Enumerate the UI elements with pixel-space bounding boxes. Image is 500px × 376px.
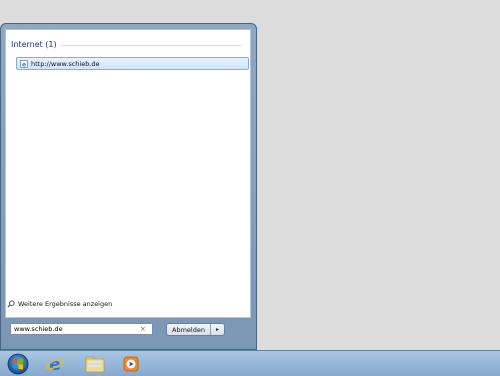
search-input[interactable]: [11, 325, 134, 333]
result-item-schieb[interactable]: e http://www.schieb.de: [16, 57, 249, 70]
taskbar-media-player[interactable]: [118, 352, 144, 375]
internet-explorer-icon: e: [46, 355, 64, 374]
folder-icon: [85, 356, 105, 372]
result-url: http://www.schieb.de: [31, 59, 100, 68]
clear-search-icon[interactable]: ×: [140, 325, 146, 333]
taskbar: e: [0, 350, 500, 376]
logoff-button[interactable]: Abmelden ▸: [166, 323, 225, 336]
more-results-link[interactable]: Weitere Ergebnisse anzeigen: [7, 300, 112, 308]
media-player-icon: [123, 356, 139, 371]
search-results-pane: Internet (1) e http://www.schieb.de: [5, 29, 251, 318]
web-page-icon: e: [20, 59, 28, 68]
more-results-label: Weitere Ergebnisse anzeigen: [18, 300, 113, 308]
search-box[interactable]: ×: [10, 323, 153, 335]
start-menu: Internet (1) e http://www.schieb.de Weit…: [0, 23, 257, 350]
magnifier-icon: [7, 300, 15, 308]
windows-start-orb-icon: [7, 353, 29, 374]
taskbar-internet-explorer[interactable]: e: [42, 352, 68, 375]
logoff-button-label: Abmelden: [172, 325, 205, 334]
results-group-header[interactable]: Internet (1): [11, 40, 242, 49]
group-header-label: Internet (1): [11, 40, 57, 49]
svg-text:e: e: [49, 355, 61, 374]
group-header-divider: [60, 44, 242, 46]
start-button[interactable]: [4, 352, 32, 375]
svg-text:e: e: [22, 61, 26, 67]
taskbar-windows-explorer[interactable]: [82, 352, 108, 375]
shutdown-options-arrow-icon[interactable]: ▸: [210, 324, 224, 335]
